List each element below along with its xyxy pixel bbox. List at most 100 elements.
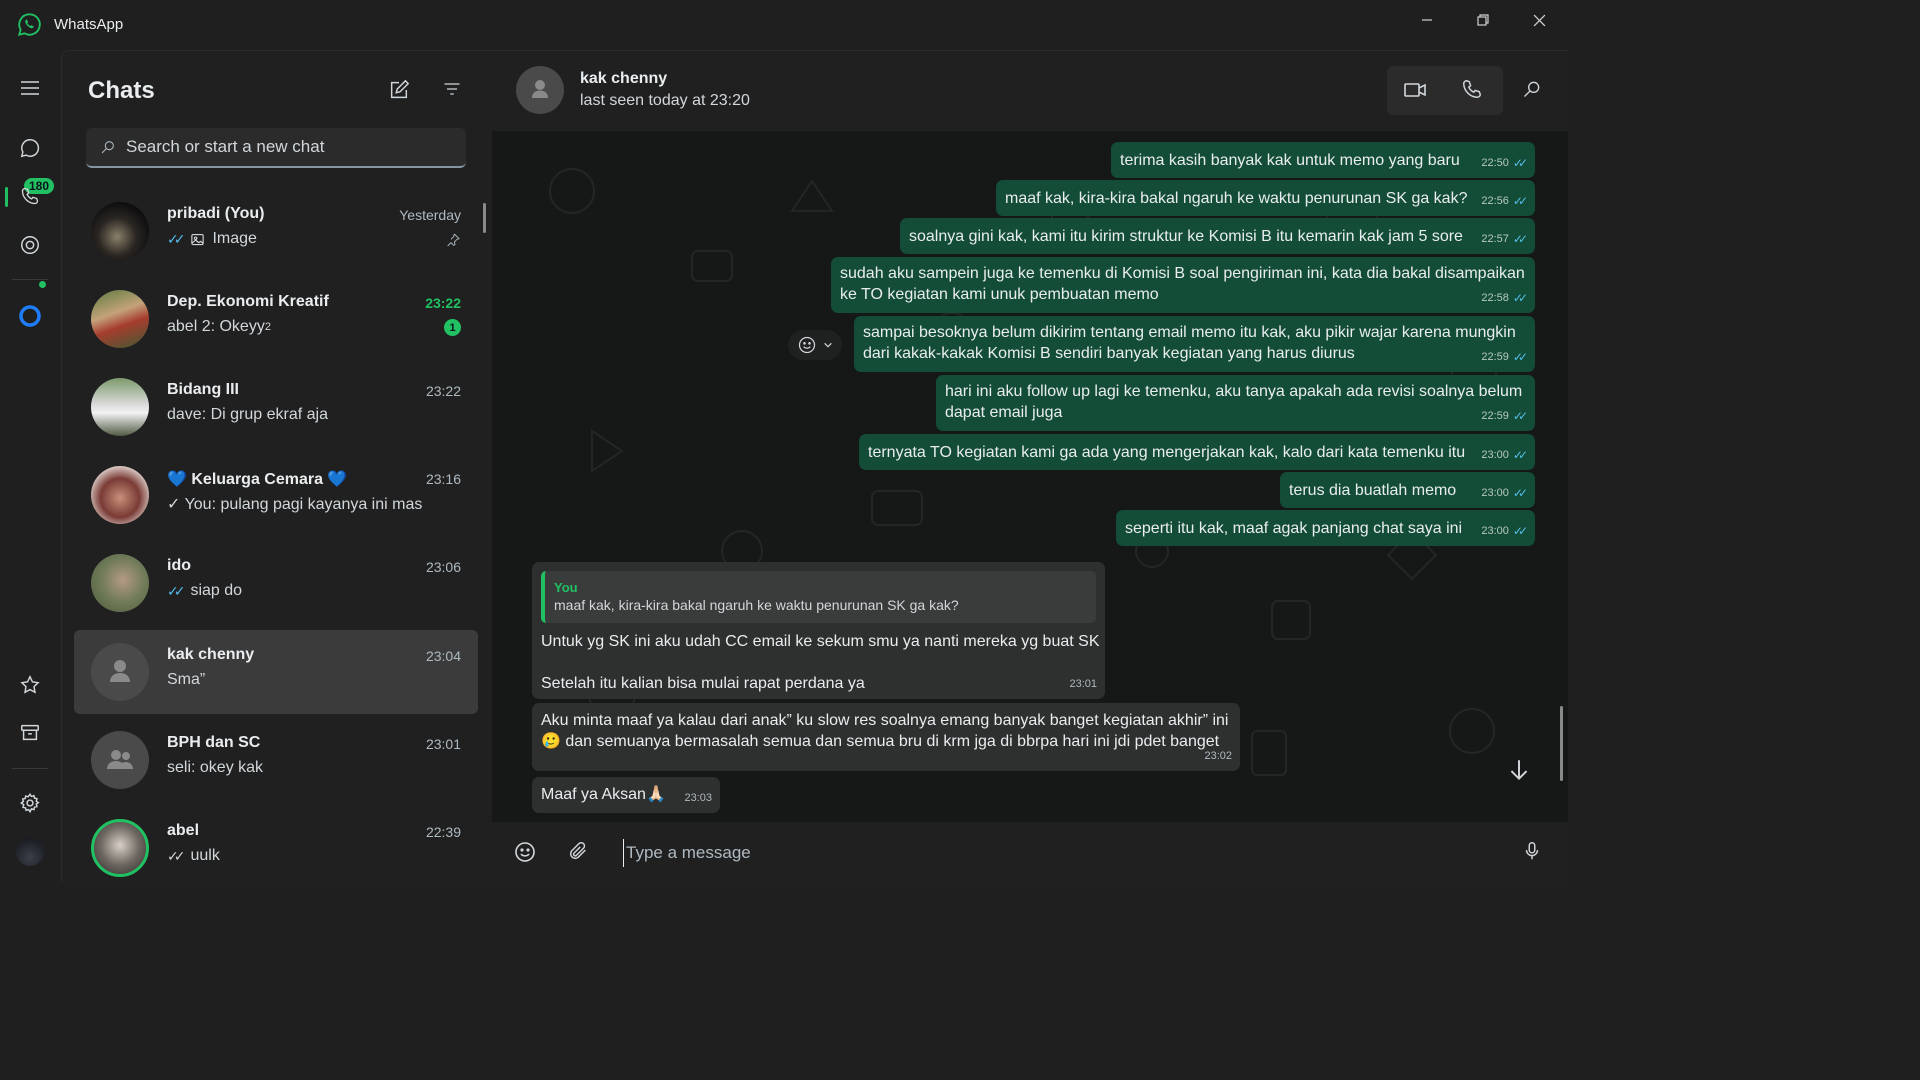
message-meta: 22:59 ✓✓ — [1481, 406, 1528, 427]
message-time: 23:01 — [1069, 678, 1097, 690]
emoji-icon — [515, 842, 535, 862]
chat-preview-text: uulk — [190, 847, 220, 864]
message-meta: 23:00 ✓✓ — [1481, 445, 1528, 466]
active-indicator — [5, 187, 8, 207]
chat-item-pribadi[interactable]: pribadi (You) Yesterday ✓✓ Image — [74, 189, 478, 273]
chat-time: 23:16 — [425, 471, 461, 487]
chat-name: pribadi (You) — [167, 205, 265, 222]
voice-call-button[interactable] — [1461, 78, 1487, 104]
chat-preview: ✓✓ Image — [167, 230, 257, 248]
chat-list-scrollbar[interactable] — [483, 203, 486, 233]
chat-name: abel — [167, 822, 200, 839]
message-outgoing[interactable]: sudah aku sampein juga ke temenku di Kom… — [831, 257, 1535, 313]
chat-item-abel[interactable]: abel 22:39 ✓✓ uulk — [74, 806, 478, 890]
read-ticks-icon: ✓✓ — [1512, 156, 1528, 170]
scroll-to-bottom-button[interactable] — [1506, 757, 1536, 787]
meta-ai-button[interactable] — [15, 301, 45, 331]
conversation-panel: kak chenny last seen today at 23:20 teri… — [492, 50, 1568, 883]
status-nav-button[interactable] — [15, 230, 45, 260]
message-time: 23:00 — [1481, 449, 1509, 461]
quoted-message[interactable]: You maaf kak, kira-kira bakal ngaruh ke … — [541, 571, 1096, 623]
message-meta: 23:02 — [1204, 746, 1232, 767]
chat-preview-text: abel 2: Okeyy — [167, 318, 265, 335]
menu-icon — [21, 81, 39, 95]
conversation-scrollbar[interactable] — [1560, 706, 1563, 781]
message-composer — [492, 822, 1568, 883]
maximize-button[interactable] — [1455, 0, 1511, 40]
chat-item-keluarga-cemara[interactable]: 💙 Keluarga Cemara 💙 23:16 ✓ You: pulang … — [74, 453, 478, 537]
search-in-chat-button[interactable] — [1522, 79, 1546, 103]
chat-item-dep-ekonomi-kreatif[interactable]: Dep. Ekonomi Kreatif 23:22 abel 2: Okeyy… — [74, 277, 478, 361]
starred-button[interactable] — [15, 670, 45, 700]
chat-preview-text: ✓ You: pulang pagi kayanya ini mas — [167, 496, 423, 513]
message-text: Aku minta maaf ya kalau dari anak” ku sl… — [541, 712, 1229, 750]
chat-item-bidang-iii[interactable]: Bidang III 23:22 dave: Di grup ekraf aja — [74, 365, 478, 449]
filter-button[interactable] — [442, 79, 466, 103]
message-incoming[interactable]: Maaf ya Aksan🙏🏻 23:03 — [532, 777, 720, 813]
minimize-button[interactable] — [1399, 0, 1455, 40]
message-outgoing[interactable]: seperti itu kak, maaf agak panjang chat … — [1116, 510, 1535, 546]
filter-icon — [444, 83, 460, 95]
conversation-header: kak chenny last seen today at 23:20 — [492, 51, 1568, 131]
video-call-button[interactable] — [1403, 78, 1429, 104]
archive-icon — [21, 724, 39, 741]
image-icon — [191, 233, 205, 245]
close-button[interactable] — [1511, 0, 1567, 40]
chat-item-kak-chenny[interactable]: kak chenny 23:04 Sma” — [74, 630, 478, 714]
message-input[interactable] — [623, 839, 1503, 867]
chat-item-bph-dan-sc[interactable]: BPH dan SC 23:01 seli: okey kak — [74, 718, 478, 802]
message-outgoing[interactable]: hari ini aku follow up lagi ke temenku, … — [936, 375, 1535, 431]
chat-list-panel: Chats pribadi (You) Yesterday ✓✓ Image D… — [61, 50, 492, 882]
avatar — [91, 466, 149, 524]
read-ticks-icon: ✓✓ — [1512, 409, 1528, 423]
react-button[interactable] — [788, 330, 842, 360]
chat-item-ido[interactable]: ido 23:06 ✓✓ siap do — [74, 541, 478, 625]
message-text: terus dia buatlah memo — [1289, 482, 1457, 499]
menu-button[interactable] — [15, 73, 45, 103]
message-outgoing[interactable]: terus dia buatlah memo 23:00 ✓✓ — [1280, 472, 1535, 508]
calls-nav-button[interactable] — [15, 181, 45, 211]
profile-button[interactable] — [15, 837, 45, 867]
message-time: 23:00 — [1481, 487, 1509, 499]
search-input[interactable] — [126, 137, 446, 157]
message-outgoing[interactable]: ternyata TO kegiatan kami ga ada yang me… — [859, 434, 1535, 470]
chat-time: 23:22 — [425, 383, 461, 399]
chats-nav-button[interactable] — [15, 133, 45, 163]
default-avatar-icon — [532, 80, 548, 98]
read-ticks-icon: ✓✓ — [1512, 232, 1528, 246]
message-outgoing[interactable]: terima kasih banyak kak untuk memo yang … — [1111, 142, 1535, 178]
star-icon — [20, 675, 40, 694]
message-meta: 23:00 ✓✓ — [1481, 483, 1528, 504]
message-incoming[interactable]: Aku minta maaf ya kalau dari anak” ku sl… — [532, 703, 1240, 771]
voice-message-button[interactable] — [1521, 840, 1547, 866]
message-outgoing[interactable]: soalnya gini kak, kami itu kirim struktu… — [900, 218, 1535, 254]
archived-button[interactable] — [15, 718, 45, 748]
smiley-icon — [798, 336, 816, 354]
attach-button[interactable] — [567, 840, 593, 866]
video-camera-icon — [1404, 83, 1426, 97]
search-box[interactable] — [86, 128, 466, 168]
chat-preview: ✓ You: pulang pagi kayanya ini mas — [167, 494, 422, 514]
message-outgoing[interactable]: sampai besoknya belum dikirim tentang em… — [854, 316, 1535, 372]
message-incoming[interactable]: You maaf kak, kira-kira bakal ngaruh ke … — [532, 562, 1105, 699]
contact-name[interactable]: kak chenny — [580, 70, 667, 88]
read-ticks-icon: ✓✓ — [1512, 194, 1528, 208]
read-ticks-icon: ✓✓ — [167, 230, 186, 247]
preview-superscript: 2 — [264, 321, 271, 333]
emoji-button[interactable] — [513, 840, 539, 866]
calls-icon — [21, 187, 39, 205]
chat-name: BPH dan SC — [167, 734, 261, 751]
chat-preview: ✓✓ uulk — [167, 847, 220, 865]
settings-button[interactable] — [15, 788, 45, 818]
message-meta: 23:00 ✓✓ — [1481, 521, 1528, 542]
message-time: 22:59 — [1481, 351, 1509, 363]
arrow-down-icon — [1510, 760, 1528, 781]
message-time: 23:00 — [1481, 525, 1509, 537]
contact-last-seen: last seen today at 23:20 — [580, 92, 750, 109]
chat-name: kak chenny — [167, 646, 255, 663]
default-avatar-icon — [110, 660, 130, 682]
contact-avatar[interactable] — [516, 66, 564, 114]
message-outgoing[interactable]: maaf kak, kira-kira bakal ngaruh ke wakt… — [996, 180, 1535, 216]
whatsapp-logo — [17, 13, 41, 37]
new-chat-button[interactable] — [388, 79, 412, 103]
